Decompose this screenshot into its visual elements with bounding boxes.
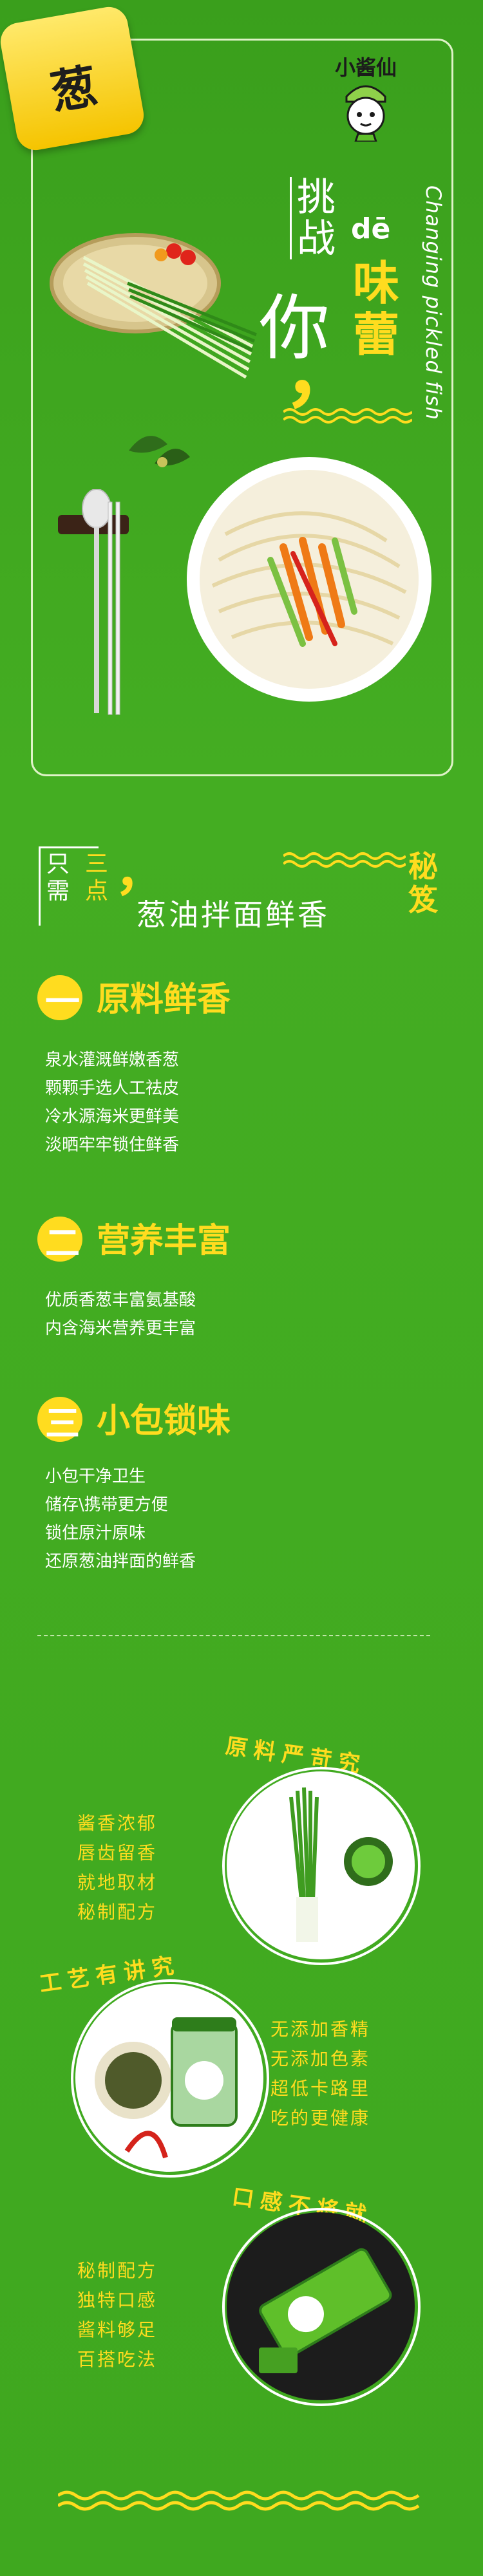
feature-3-heading: 小包锁味 xyxy=(97,1401,231,1441)
brand-name: 小酱仙 xyxy=(334,55,397,80)
feature-3-line: 还原葱油拌面的鲜香 xyxy=(45,1552,196,1571)
secret-wave-icon xyxy=(283,852,406,868)
showcase-2-line: 无添加香精 xyxy=(270,2019,371,2040)
feature-2-number: 二 xyxy=(45,1223,80,1264)
page: { "hero": { "badge_text": "葱", "brand_na… xyxy=(0,0,483,2576)
secret-prefix-b: 三点 xyxy=(85,851,109,904)
sauce-jar-photo-icon xyxy=(75,1984,263,2172)
showcase-2-line: 吃的更健康 xyxy=(270,2107,371,2129)
showcase-2-line: 无添加色素 xyxy=(270,2048,371,2069)
showcase-1-line: 就地取材 xyxy=(77,1872,158,1893)
showcase-3-line: 独特口感 xyxy=(77,2290,158,2311)
secret-prefix-a: 只需 xyxy=(46,851,70,904)
showcase-2-line: 超低卡路里 xyxy=(270,2078,371,2099)
showcase-3-line: 秘制配方 xyxy=(77,2260,158,2281)
scallion-photo-icon xyxy=(227,1771,415,1959)
title-highlight: 味蕾 xyxy=(353,256,400,362)
showcase-3-list: 秘制配方 独特口感 酱料够足 百搭吃法 xyxy=(77,2256,157,2375)
feature-3-number: 三 xyxy=(45,1403,80,1444)
chef-mascot-icon xyxy=(345,85,386,142)
feature-1-line: 颗颗手选人工祛皮 xyxy=(45,1079,180,1098)
hero-wave-icon xyxy=(283,408,412,424)
scallion-basket-icon xyxy=(50,233,257,379)
feature-2-list: 优质香葱丰富氨基酸 内含海米营养更丰富 xyxy=(45,1286,196,1343)
section-divider xyxy=(37,1635,430,1636)
secret-suffix: 秘笈 xyxy=(408,849,438,917)
showcase-2-list: 无添加香精 无添加色素 超低卡路里 吃的更健康 xyxy=(270,2015,370,2133)
title-pinyin: dē xyxy=(351,212,391,245)
showcase-1-line: 唇齿留香 xyxy=(77,1842,158,1863)
feature-2-heading: 营养丰富 xyxy=(97,1221,231,1260)
brand-logo: 小酱仙 xyxy=(314,51,417,148)
sachet-pack-photo-icon xyxy=(227,2212,415,2400)
showcase-3-line: 百搭吃法 xyxy=(77,2349,158,2370)
feature-1-number: 一 xyxy=(45,982,80,1022)
feature-1-list: 泉水灌溉鲜嫩香葱 颗颗手选人工祛皮 冷水源海米更鲜美 淡晒牢牢锁住鲜香 xyxy=(45,1046,179,1159)
vertical-english-text: Changing pickled fish xyxy=(421,185,446,420)
feature-1-line: 冷水源海米更鲜美 xyxy=(45,1107,180,1126)
showcase-1-list: 酱香浓郁 唇齿留香 就地取材 秘制配方 xyxy=(77,1809,157,1927)
feature-1-line: 泉水灌溉鲜嫩香葱 xyxy=(45,1050,180,1070)
showcase-1-line: 秘制配方 xyxy=(77,1901,158,1923)
feature-2-line: 内含海米营养更丰富 xyxy=(45,1319,196,1338)
feature-1-heading: 原料鲜香 xyxy=(97,980,231,1019)
feature-2-line: 优质香葱丰富氨基酸 xyxy=(45,1291,196,1310)
title-comma: ， xyxy=(283,328,361,418)
bottom-wave-icon xyxy=(58,2490,420,2511)
title-part1: 挑战 xyxy=(290,177,336,259)
showcase-1-line: 酱香浓郁 xyxy=(77,1813,158,1834)
noodle-plate-icon xyxy=(187,457,431,702)
badge-text: 葱 xyxy=(46,58,102,120)
feature-1-line: 淡晒牢牢锁住鲜香 xyxy=(45,1135,180,1155)
feature-3-line: 锁住原汁原味 xyxy=(45,1524,146,1543)
scallion-badge: 葱 xyxy=(0,4,147,153)
showcase-3-line: 酱料够足 xyxy=(77,2319,158,2340)
feature-3-line: 小包干净卫生 xyxy=(45,1467,146,1486)
secret-title: 葱油拌面鲜香 xyxy=(137,897,330,932)
chopsticks-spoon-icon xyxy=(58,489,129,715)
feature-3-list: 小包干净卫生 储存\携带更方便 锁住原汁原味 还原葱油拌面的鲜香 xyxy=(45,1462,196,1576)
feature-3-line: 储存\携带更方便 xyxy=(45,1495,168,1515)
